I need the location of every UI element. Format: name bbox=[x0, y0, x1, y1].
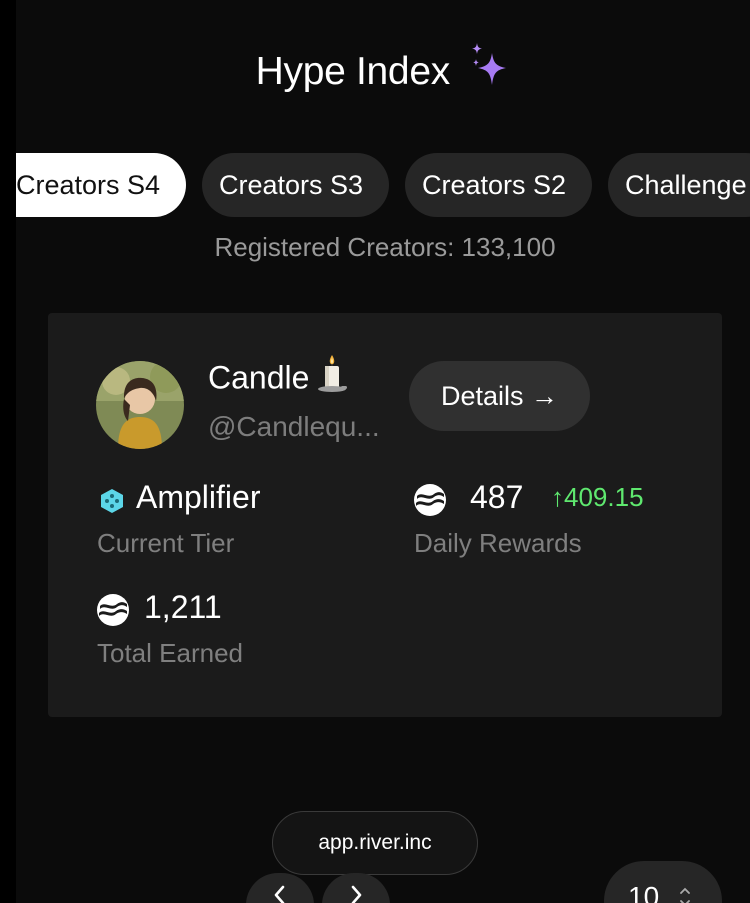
window-edge bbox=[0, 0, 16, 903]
current-tier-label: Current Tier bbox=[97, 528, 235, 558]
river-token-icon bbox=[97, 594, 129, 631]
tab-creators-s3[interactable]: Creators S3 bbox=[202, 153, 389, 217]
page-size-select[interactable]: 10 bbox=[604, 861, 722, 903]
page-size-value: 10 bbox=[628, 881, 660, 903]
river-token-icon bbox=[414, 484, 446, 521]
creator-handle: @Candlequ... bbox=[208, 411, 380, 442]
total-earned-label: Total Earned bbox=[97, 638, 243, 668]
tab-challenge[interactable]: Challenge bbox=[608, 153, 750, 217]
sparkles-icon bbox=[468, 41, 510, 94]
creator-card: Candle @Candlequ... Details → Amplifier … bbox=[48, 313, 722, 717]
chevron-up-down-icon bbox=[678, 885, 692, 903]
next-page-button[interactable] bbox=[322, 873, 390, 903]
tab-creators-s4[interactable]: Creators S4 bbox=[16, 153, 186, 217]
daily-rewards-change: ↑409.15 bbox=[551, 482, 644, 512]
candle-icon bbox=[315, 353, 349, 401]
current-tier-value: Amplifier bbox=[136, 479, 261, 515]
daily-rewards-value: 487 bbox=[470, 479, 524, 515]
total-earned-value: 1,211 bbox=[144, 589, 222, 625]
previous-page-button[interactable] bbox=[246, 873, 314, 903]
url-bar[interactable]: app.river.inc bbox=[272, 811, 478, 875]
details-button[interactable]: Details → bbox=[409, 361, 590, 431]
daily-rewards-label: Daily Rewards bbox=[414, 528, 582, 558]
season-tabs: Creators S4 Creators S3 Creators S2 Chal… bbox=[0, 153, 750, 217]
tier-gem-icon bbox=[100, 488, 124, 519]
header: Hype Index bbox=[0, 42, 750, 94]
avatar[interactable] bbox=[96, 361, 184, 449]
registered-creators-count: Registered Creators: 133,100 bbox=[214, 232, 556, 262]
hype-index-screen: Hype Index Creators S4 Creators S3 Creat… bbox=[0, 0, 750, 903]
tab-creators-s2[interactable]: Creators S2 bbox=[405, 153, 592, 217]
page-title: Hype Index bbox=[255, 50, 451, 93]
creator-name: Candle bbox=[208, 355, 349, 401]
creator-name-text: Candle bbox=[208, 359, 310, 396]
